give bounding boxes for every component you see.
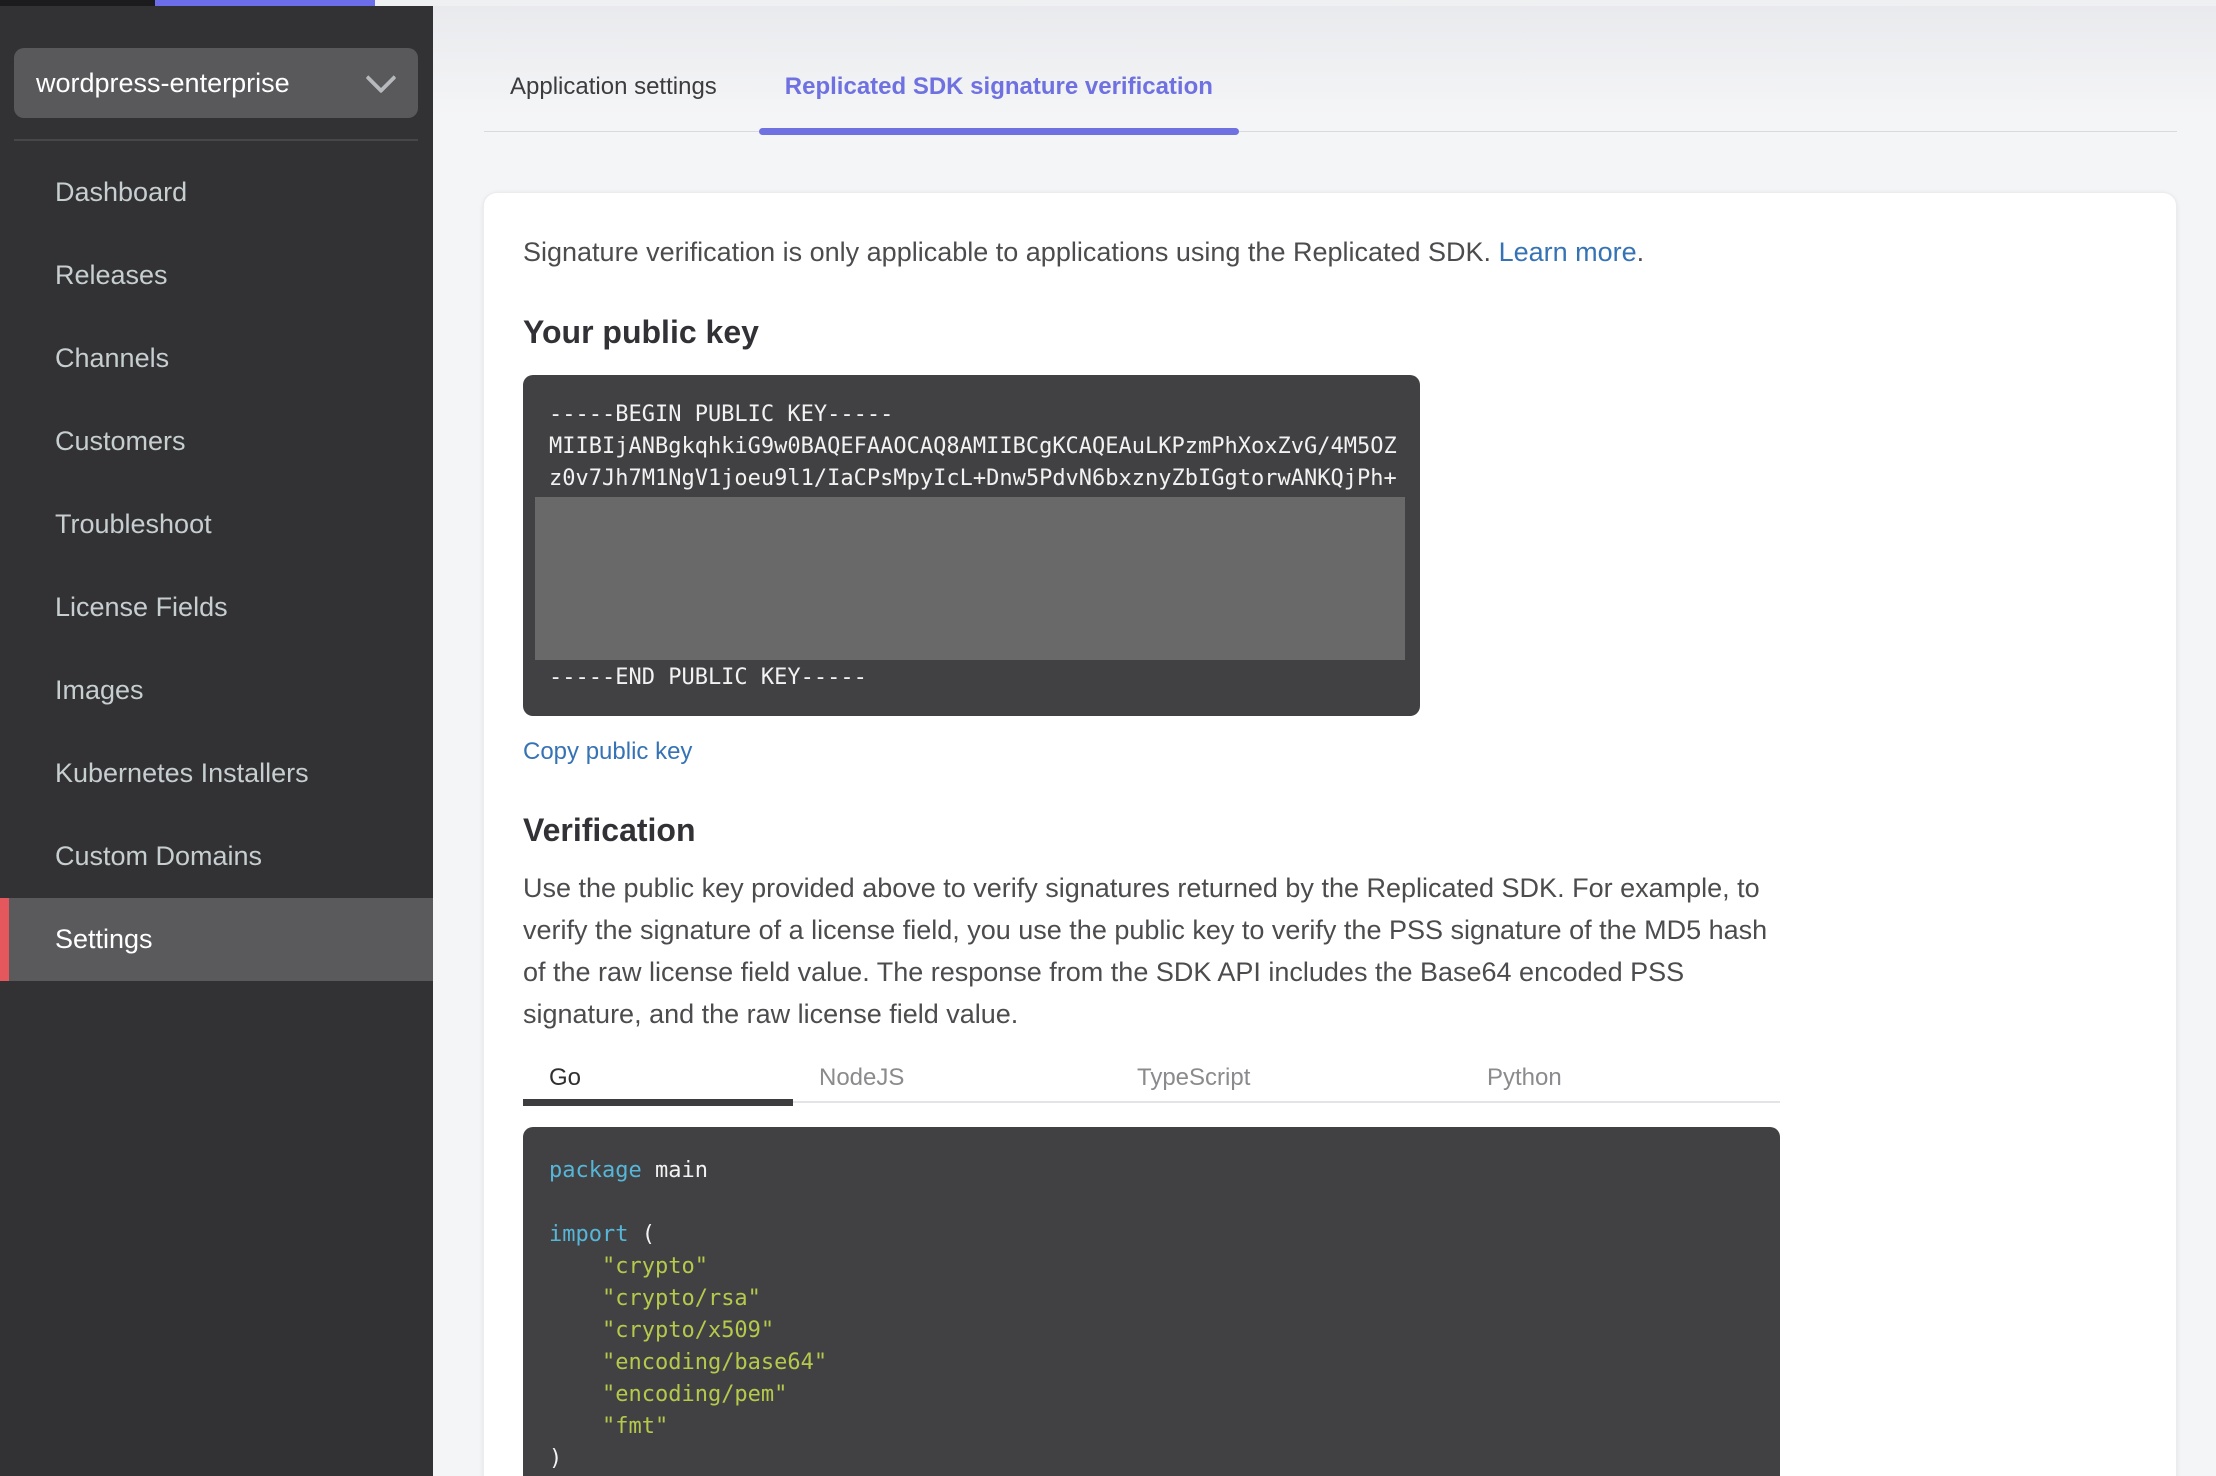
sidebar-item-kubernetes-installers[interactable]: Kubernetes Installers xyxy=(0,732,433,815)
sidebar-nav: Dashboard Releases Channels Customers Troubl… xyxy=(0,151,433,981)
tab-replicated-sdk-signature-verification[interactable]: Replicated SDK signature verification xyxy=(758,73,1240,135)
copy-public-key-link[interactable]: Copy public key xyxy=(523,738,692,766)
settings-tabs: Application settings Replicated SDK signa… xyxy=(484,6,2177,135)
go-code-line: "crypto/rsa" xyxy=(601,1286,761,1311)
sidebar-item-custom-domains[interactable]: Custom Domains xyxy=(0,815,433,898)
intro-text: Signature verification is only applicabl… xyxy=(523,237,1499,267)
public-key-line: z0v7Jh7M1NgV1joeu9l1/IaCPsMpyIcL+Dnw5Pdv… xyxy=(549,466,1397,491)
go-code-line: "crypto/x509" xyxy=(601,1318,775,1343)
go-code-line: "encoding/pem" xyxy=(601,1382,788,1407)
go-code-line: "fmt" xyxy=(601,1414,669,1439)
go-code-line: "crypto" xyxy=(601,1254,708,1279)
app-selector-label: wordpress-enterprise xyxy=(36,67,290,98)
chevron-down-icon xyxy=(365,62,397,94)
go-code-line xyxy=(549,1187,1754,1219)
go-code-line: "encoding/base64" xyxy=(601,1350,828,1375)
learn-more-link[interactable]: Learn more xyxy=(1499,237,1637,267)
sdk-verification-card: Signature verification is only applicabl… xyxy=(483,192,2177,1476)
public-key-begin-line: -----BEGIN PUBLIC KEY----- xyxy=(549,402,894,427)
sidebar-item-license-fields[interactable]: License Fields xyxy=(0,566,433,649)
tab-application-settings[interactable]: Application settings xyxy=(484,73,743,131)
main-content: Application settings Replicated SDK signa… xyxy=(433,6,2216,1476)
intro-paragraph: Signature verification is only applicabl… xyxy=(523,237,2137,268)
sidebar-item-troubleshoot[interactable]: Troubleshoot xyxy=(0,483,433,566)
go-code-line: import ( xyxy=(549,1222,655,1247)
intro-period: . xyxy=(1636,237,1645,267)
sidebar-item-dashboard[interactable]: Dashboard xyxy=(0,151,433,234)
verification-heading: Verification xyxy=(523,812,696,848)
sidebar-item-images[interactable]: Images xyxy=(0,649,433,732)
code-tab-nodejs[interactable]: NodeJS xyxy=(793,1055,1111,1101)
code-tab-typescript[interactable]: TypeScript xyxy=(1111,1055,1461,1101)
public-key-end-line: -----END PUBLIC KEY----- xyxy=(549,665,867,690)
code-tab-python[interactable]: Python xyxy=(1461,1055,1780,1101)
verification-description: Use the public key provided above to ver… xyxy=(523,873,1768,1029)
app-window: wordpress-enterprise Dashboard Releases Ch… xyxy=(0,0,2216,1476)
sidebar-item-customers[interactable]: Customers xyxy=(0,400,433,483)
top-strip-dark-segment xyxy=(0,0,155,6)
public-key-line: MIIBIjANBgkqhkiG9w0BAQEFAAOCAQ8AMIIBCgKC… xyxy=(549,434,1397,459)
language-tabs: Go NodeJS TypeScript Python xyxy=(523,1055,1780,1106)
sidebar: wordpress-enterprise Dashboard Releases Ch… xyxy=(0,6,433,1476)
public-key-redacted-block xyxy=(535,497,1405,660)
public-key-heading: Your public key xyxy=(523,314,759,350)
go-code-line: package main xyxy=(549,1158,708,1183)
public-key-block: -----BEGIN PUBLIC KEY----- MIIBIjANBgkqh… xyxy=(523,375,1420,716)
top-strip xyxy=(0,0,2216,6)
sidebar-item-channels[interactable]: Channels xyxy=(0,317,433,400)
sidebar-item-settings[interactable]: Settings xyxy=(0,898,433,981)
code-tab-go[interactable]: Go xyxy=(523,1055,793,1106)
app-selector-dropdown[interactable]: wordpress-enterprise xyxy=(14,48,418,118)
sidebar-item-releases[interactable]: Releases xyxy=(0,234,433,317)
go-code-line: ) xyxy=(549,1446,563,1471)
loading-bar xyxy=(155,0,375,6)
go-code-block: package main import ( "crypto" "crypto/r… xyxy=(523,1127,1780,1476)
sidebar-divider xyxy=(14,139,418,141)
